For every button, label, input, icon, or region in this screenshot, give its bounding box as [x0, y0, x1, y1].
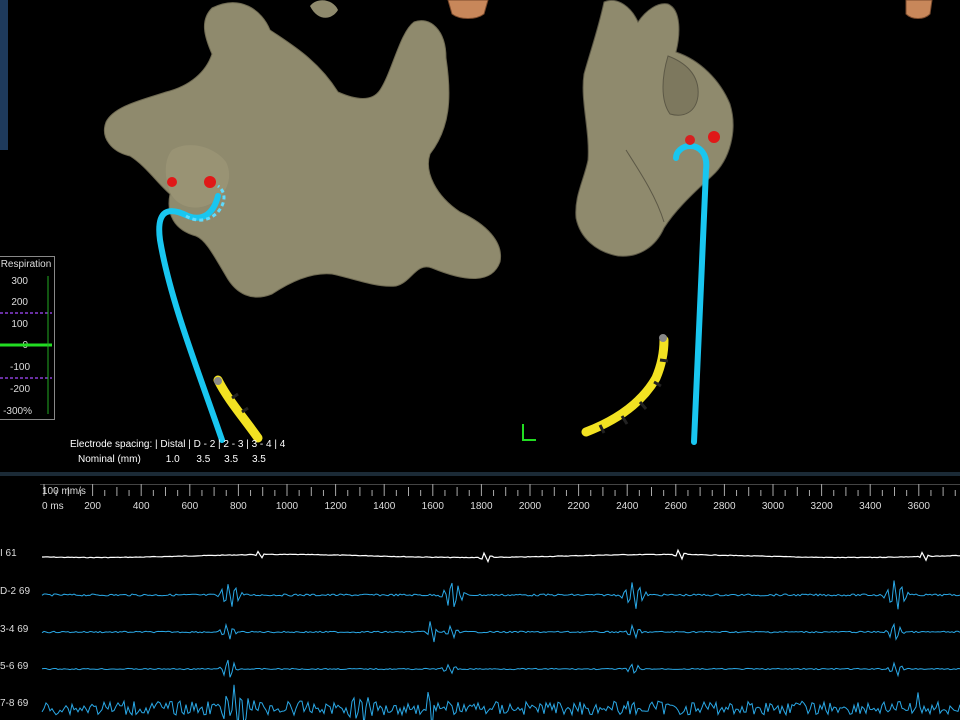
egm-trace-d2: [41, 580, 960, 610]
nominal-row: Nominal (mm) 1.0 3.5 3.5 3.5: [78, 454, 266, 465]
orientation-torso-right: [905, 0, 933, 19]
surface-ecg-trace: [42, 548, 960, 564]
axis-indicator: [522, 424, 536, 441]
orientation-torso-left: [447, 0, 489, 19]
respiration-graph: [0, 276, 52, 414]
egm-trace-34: [41, 621, 960, 643]
lesion-marker[interactable]: [167, 177, 177, 187]
electrode-spacing-info: Electrode spacing: | Distal | D - 2 | 2 …: [70, 437, 285, 467]
lesion-marker[interactable]: [708, 131, 720, 143]
lesion-marker[interactable]: [204, 176, 216, 188]
mapping-view: Respiration 300 200 100 0 -100 -200 -300…: [0, 0, 960, 720]
cs-catheter-left: [213, 375, 263, 443]
egm-traces: [41, 548, 960, 720]
electrode-spacing-row: Electrode spacing: | Distal | D - 2 | 2 …: [70, 439, 286, 450]
anatomy-3d-view[interactable]: [0, 0, 960, 472]
lesion-marker[interactable]: [685, 135, 695, 145]
egm-trace-56: [41, 659, 960, 678]
chamber-shell-right: [575, 0, 734, 257]
egm-trace-78: [41, 684, 960, 720]
